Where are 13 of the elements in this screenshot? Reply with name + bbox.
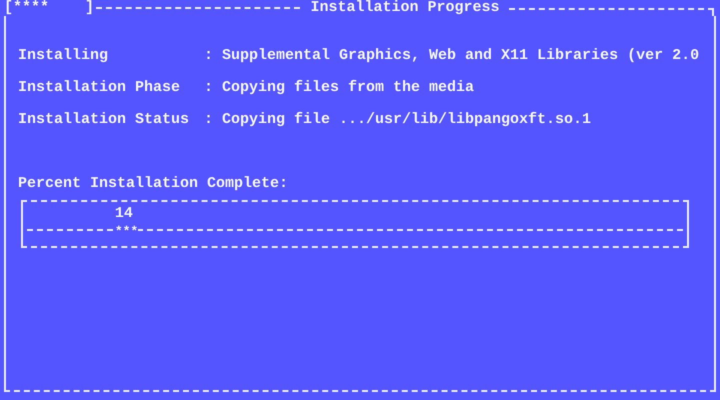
- field-value: Copying file .../usr/lib/libpangoxft.so.1: [222, 112, 592, 128]
- field-separator: :: [204, 48, 214, 64]
- progress-spinner: [**** ]: [4, 0, 94, 16]
- field-label: Installation Status: [18, 112, 190, 128]
- progress-label: Percent Installation Complete:: [18, 176, 288, 192]
- field-separator: :: [204, 80, 214, 96]
- window-title: Installation Progress: [310, 0, 501, 16]
- field-label: Installing: [18, 48, 110, 64]
- field-separator: :: [204, 112, 214, 128]
- field-label: Installation Phase: [18, 80, 182, 96]
- progress-percent: 14: [114, 206, 133, 222]
- field-value: Supplemental Graphics, Web and X11 Libraries (ver 2.0: [222, 48, 700, 64]
- field-value: Copying files from the media: [222, 80, 474, 96]
